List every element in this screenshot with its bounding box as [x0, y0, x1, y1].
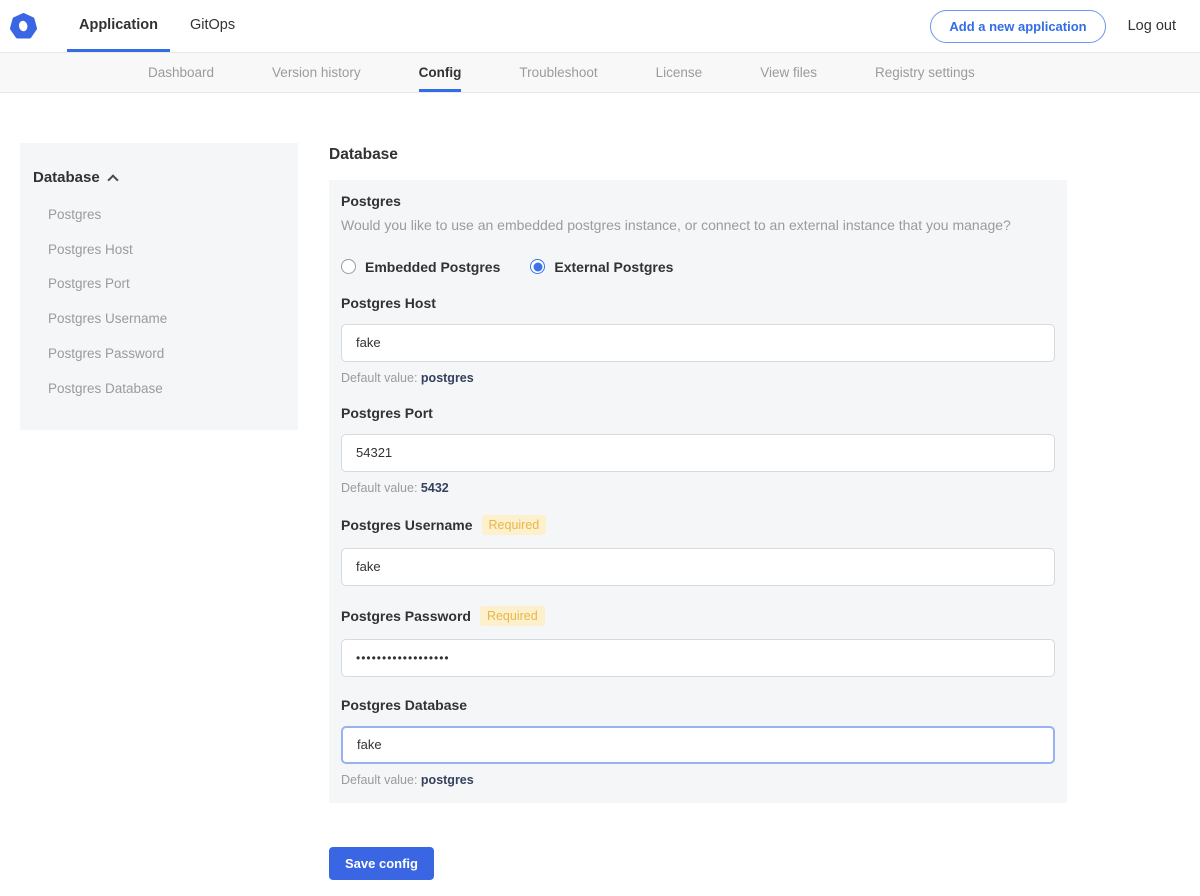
postgres-group-description: Would you like to use an embedded postgr…	[341, 216, 1055, 236]
sidebar-item-postgres-port[interactable]: Postgres Port	[20, 267, 298, 302]
field-postgres-port: Postgres Port Default value: 5432	[341, 405, 1055, 495]
sidebar-item-postgres-password[interactable]: Postgres Password	[20, 337, 298, 372]
field-postgres-host: Postgres Host Default value: postgres	[341, 295, 1055, 385]
radio-embedded-postgres[interactable]: Embedded Postgres	[341, 259, 500, 275]
sidebar-item-postgres-database[interactable]: Postgres Database	[20, 372, 298, 407]
config-panel: Postgres Would you like to use an embedd…	[329, 180, 1067, 803]
sidebar-item-postgres[interactable]: Postgres	[20, 198, 298, 233]
config-main: Database Postgres Would you like to use …	[329, 143, 1067, 896]
field-postgres-password: Postgres Password Required	[341, 606, 1055, 677]
postgres-port-input[interactable]	[341, 434, 1055, 472]
default-value: postgres	[421, 371, 474, 385]
subnav-item-license[interactable]: License	[656, 53, 703, 92]
field-postgres-database-label: Postgres Database	[341, 697, 467, 713]
app-subnav: Dashboard Version history Config Trouble…	[0, 52, 1200, 93]
radio-selected-icon[interactable]	[530, 259, 545, 274]
logout-button[interactable]: Log out	[1128, 18, 1176, 34]
header-tab-gitops[interactable]: GitOps	[178, 0, 247, 52]
field-postgres-host-label: Postgres Host	[341, 295, 436, 311]
field-postgres-password-label: Postgres Password	[341, 608, 471, 624]
field-postgres-port-label: Postgres Port	[341, 405, 433, 421]
sidebar-item-postgres-username[interactable]: Postgres Username	[20, 302, 298, 337]
postgres-host-input[interactable]	[341, 324, 1055, 362]
header-tabs: Application GitOps	[67, 0, 255, 52]
app-logo[interactable]	[10, 0, 37, 52]
radio-embedded-postgres-label: Embedded Postgres	[365, 259, 500, 275]
required-badge: Required	[482, 515, 547, 535]
postgres-database-input[interactable]	[341, 726, 1055, 764]
radio-external-postgres[interactable]: External Postgres	[530, 259, 673, 275]
header-right: Add a new application Log out	[930, 0, 1176, 52]
add-application-button[interactable]: Add a new application	[930, 10, 1105, 43]
top-header: Application GitOps Add a new application…	[0, 0, 1200, 52]
field-postgres-username-label: Postgres Username	[341, 517, 473, 533]
page-body: Database Postgres Postgres Host Postgres…	[0, 93, 1200, 896]
save-config-button[interactable]: Save config	[329, 847, 434, 880]
config-sidebar: Database Postgres Postgres Host Postgres…	[20, 143, 298, 430]
subnav-item-config[interactable]: Config	[419, 53, 462, 92]
subnav-item-dashboard[interactable]: Dashboard	[148, 53, 214, 92]
postgres-group-label: Postgres	[341, 193, 1055, 209]
radio-unselected-icon[interactable]	[341, 259, 356, 274]
chevron-up-icon	[107, 174, 118, 185]
sidebar-group-database[interactable]: Database	[20, 169, 298, 186]
section-title: Database	[329, 146, 1067, 164]
radio-external-postgres-label: External Postgres	[554, 259, 673, 275]
subnav-item-troubleshoot[interactable]: Troubleshoot	[519, 53, 597, 92]
sidebar-group-label: Database	[33, 169, 100, 186]
subnav-item-registry-settings[interactable]: Registry settings	[875, 53, 975, 92]
required-badge: Required	[480, 606, 545, 626]
app-logo-icon	[10, 13, 37, 40]
postgres-port-default: Default value: 5432	[341, 481, 1055, 495]
default-value: 5432	[421, 481, 449, 495]
default-value: postgres	[421, 773, 474, 787]
default-label: Default value:	[341, 773, 417, 787]
postgres-radio-row: Embedded Postgres External Postgres	[341, 259, 1055, 275]
header-tab-gitops-label: GitOps	[190, 17, 235, 33]
postgres-database-default: Default value: postgres	[341, 773, 1055, 787]
postgres-username-input[interactable]	[341, 548, 1055, 586]
header-tab-application-label: Application	[79, 17, 158, 33]
sidebar-item-postgres-host[interactable]: Postgres Host	[20, 233, 298, 268]
subnav-item-view-files[interactable]: View files	[760, 53, 817, 92]
header-tab-application[interactable]: Application	[67, 0, 170, 52]
field-postgres-username: Postgres Username Required	[341, 515, 1055, 586]
field-postgres-database: Postgres Database Default value: postgre…	[341, 697, 1055, 787]
postgres-radio-group: Postgres Would you like to use an embedd…	[341, 193, 1055, 275]
default-label: Default value:	[341, 481, 417, 495]
postgres-password-input[interactable]	[341, 639, 1055, 677]
postgres-host-default: Default value: postgres	[341, 371, 1055, 385]
subnav-item-version-history[interactable]: Version history	[272, 53, 361, 92]
default-label: Default value:	[341, 371, 417, 385]
